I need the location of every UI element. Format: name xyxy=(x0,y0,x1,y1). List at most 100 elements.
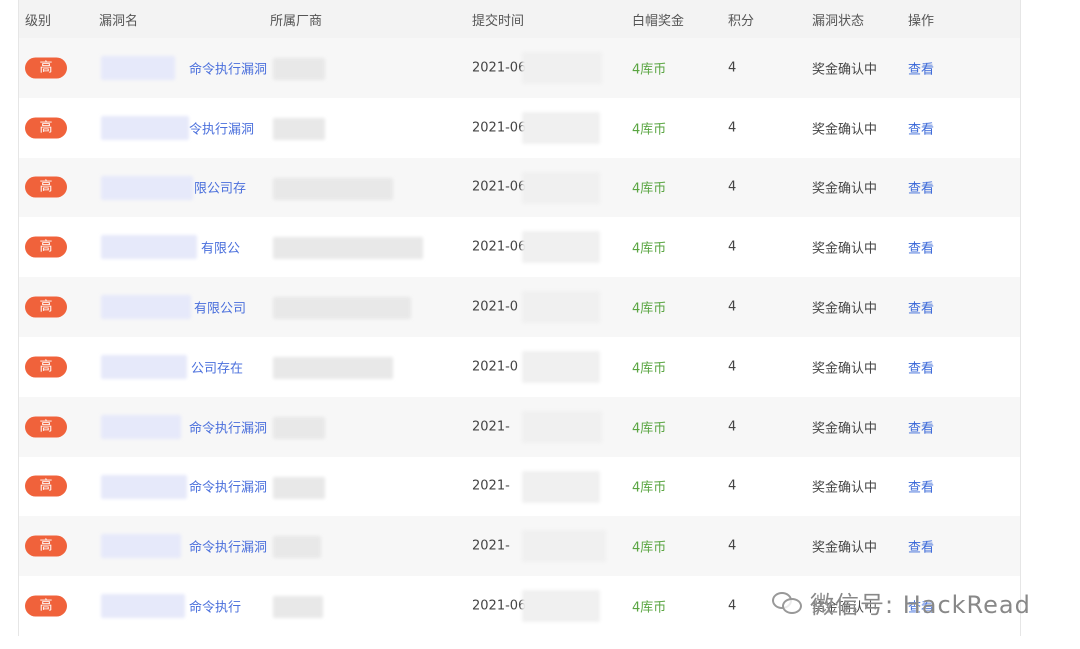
redacted-vendor-blur xyxy=(273,536,321,559)
redacted-name-blur xyxy=(101,175,193,200)
severity-badge: 高 xyxy=(25,176,67,198)
reward-value: 4库币 xyxy=(632,301,667,317)
submit-time: 2021- xyxy=(472,419,510,435)
reward-value: 4库币 xyxy=(632,480,667,496)
redacted-name-blur xyxy=(101,295,191,320)
vuln-name-link[interactable]: 有限公 xyxy=(201,238,240,257)
view-link[interactable]: 查看 xyxy=(908,178,934,197)
status-value: 奖金确认中 xyxy=(812,181,878,197)
status-value: 奖金确认中 xyxy=(812,540,878,556)
points-value: 4 xyxy=(728,120,737,136)
redacted-time-blur xyxy=(522,231,600,264)
vuln-name-link[interactable]: 命令执行 xyxy=(189,597,241,616)
level-badge: 高 xyxy=(25,356,67,378)
redacted-time-blur xyxy=(522,590,600,623)
vuln-name-link[interactable]: 有限公司 xyxy=(194,298,246,317)
vuln-name-link[interactable]: 命令执行漏洞 xyxy=(189,58,267,77)
status-value: 奖金确认中 xyxy=(812,122,878,138)
header-submit-time: 提交时间 xyxy=(472,14,525,29)
vuln-name-link[interactable]: 公司存在 xyxy=(191,357,243,376)
view-link[interactable]: 查看 xyxy=(908,357,934,376)
submit-time: 2021-06 xyxy=(472,120,527,136)
table-body: 高 命令执行漏洞 2021-06 4库币 4 奖金确认中 查看 高 令执行漏洞 … xyxy=(19,38,1020,636)
level-badge: 高 xyxy=(25,535,67,557)
view-link[interactable]: 查看 xyxy=(908,298,934,317)
view-link[interactable]: 查看 xyxy=(908,58,934,77)
redacted-name-blur xyxy=(101,534,181,559)
redacted-name-blur xyxy=(101,354,187,379)
header-reward: 白帽奖金 xyxy=(632,14,685,29)
reward-value: 4库币 xyxy=(632,62,667,78)
points-value: 4 xyxy=(728,598,737,614)
severity-badge: 高 xyxy=(25,535,67,557)
table-row: 高 命令执行漏洞 2021- 4库币 4 奖金确认中 查看 xyxy=(19,456,1020,517)
submit-time: 2021- xyxy=(472,478,510,494)
redacted-name-blur xyxy=(101,56,175,80)
redacted-name-blur xyxy=(101,414,181,439)
points-value: 4 xyxy=(728,359,737,375)
status-value: 奖金确认中 xyxy=(812,361,878,377)
redacted-vendor-blur xyxy=(273,58,325,80)
table-row: 高 令执行漏洞 2021-06 4库币 4 奖金确认中 查看 xyxy=(19,97,1020,158)
reward-value: 4库币 xyxy=(632,540,667,556)
status-value: 奖金确认中 xyxy=(812,480,878,496)
table-header: 级别 漏洞名 所属厂商 提交时间 白帽奖金 积分 漏洞状态 操作 xyxy=(19,0,1020,38)
redacted-time-blur xyxy=(522,470,600,503)
reward-value: 4库币 xyxy=(632,361,667,377)
redacted-name-blur xyxy=(101,235,197,260)
level-badge: 高 xyxy=(25,117,67,139)
level-badge: 高 xyxy=(25,236,67,258)
redacted-vendor-blur xyxy=(273,297,411,320)
reward-value: 4库币 xyxy=(632,122,667,138)
vuln-name-link[interactable]: 限公司存 xyxy=(194,178,246,197)
table-row: 高 有限公司 2021-0 4库币 4 奖金确认中 查看 xyxy=(19,277,1020,337)
view-link[interactable]: 查看 xyxy=(908,537,934,556)
severity-badge: 高 xyxy=(25,236,67,258)
vuln-name-link[interactable]: 命令执行漏洞 xyxy=(189,537,267,556)
table-row: 高 有限公 2021-06 4库币 4 奖金确认中 查看 xyxy=(19,217,1020,278)
view-link[interactable]: 查看 xyxy=(908,417,934,436)
header-vuln-name: 漏洞名 xyxy=(99,14,139,29)
submit-time: 2021-06 xyxy=(472,60,527,76)
reward-value: 4库币 xyxy=(632,241,667,257)
level-badge: 高 xyxy=(25,296,67,318)
view-link[interactable]: 查看 xyxy=(908,238,934,257)
redacted-time-blur xyxy=(522,111,600,144)
view-link[interactable]: 查看 xyxy=(908,477,934,496)
vuln-name-link[interactable]: 命令执行漏洞 xyxy=(189,477,267,496)
vuln-name-link[interactable]: 令执行漏洞 xyxy=(189,118,254,137)
status-value: 奖金确认中 xyxy=(812,241,878,257)
severity-badge: 高 xyxy=(25,117,67,139)
reward-value: 4库币 xyxy=(632,181,667,197)
redacted-time-blur xyxy=(522,350,600,383)
severity-badge: 高 xyxy=(25,416,67,438)
status-value: 奖金确认中 xyxy=(812,301,878,317)
header-vendor: 所属厂商 xyxy=(270,14,323,29)
redacted-vendor-blur xyxy=(273,356,393,379)
wechat-icon xyxy=(772,590,802,614)
vulnerability-table: 级别 漏洞名 所属厂商 提交时间 白帽奖金 积分 漏洞状态 操作 高 命令执行漏… xyxy=(18,0,1021,636)
submit-time: 2021-06 xyxy=(472,239,527,255)
redacted-vendor-blur xyxy=(273,416,325,439)
submit-time: 2021- xyxy=(472,538,510,554)
submit-time: 2021-0 xyxy=(472,359,519,375)
reward-value: 4库币 xyxy=(632,600,667,616)
header-level: 级别 xyxy=(25,14,52,29)
points-value: 4 xyxy=(728,478,737,494)
redacted-name-blur xyxy=(101,594,185,619)
header-status: 漏洞状态 xyxy=(812,14,865,29)
severity-badge: 高 xyxy=(25,296,67,318)
redacted-time-blur xyxy=(522,291,600,324)
submit-time: 2021-0 xyxy=(472,299,519,315)
vuln-name-link[interactable]: 命令执行漏洞 xyxy=(189,417,267,436)
severity-badge: 高 xyxy=(25,595,67,617)
points-value: 4 xyxy=(728,419,737,435)
redacted-vendor-blur xyxy=(273,237,423,260)
points-value: 4 xyxy=(728,538,737,554)
watermark-text: 微信号: HackRead xyxy=(810,590,1031,619)
points-value: 4 xyxy=(728,239,737,255)
table-row: 高 命令执行漏洞 2021-06 4库币 4 奖金确认中 查看 xyxy=(19,38,1020,98)
status-value: 奖金确认中 xyxy=(812,421,878,437)
level-badge: 高 xyxy=(25,176,67,198)
view-link[interactable]: 查看 xyxy=(908,118,934,137)
